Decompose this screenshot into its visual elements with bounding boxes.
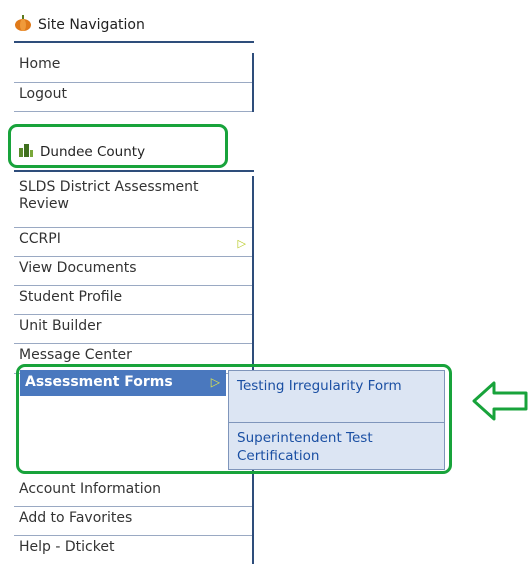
menu-item-label: Message Center: [19, 347, 132, 363]
menu-item-label: Student Profile: [19, 289, 123, 305]
district-divider: [14, 170, 254, 172]
site-navigation-header: Site Navigation: [14, 14, 145, 36]
menu-item-add-to-favorites[interactable]: Add to Favorites: [14, 507, 252, 536]
menu-item-label: Logout: [19, 86, 67, 102]
menu-item-student-profile[interactable]: Student Profile: [14, 286, 252, 315]
menu-item-label: SLDS District Assessment Review: [19, 179, 199, 212]
highlight-district-box: [8, 124, 228, 168]
menu-item-label: Home: [19, 56, 61, 72]
menu-item-view-documents[interactable]: View Documents: [14, 257, 252, 286]
pumpkin-icon: [14, 14, 32, 36]
menu-item-help-dticket[interactable]: Help - Dticket: [14, 536, 252, 564]
menu-item-label: View Documents: [19, 260, 137, 276]
nav-divider: [14, 41, 254, 43]
submenu-arrow-icon: ▷: [237, 237, 246, 250]
menu-item-label: Unit Builder: [19, 318, 102, 334]
menu-item-account-information[interactable]: Account Information: [14, 478, 252, 507]
menu-item-home[interactable]: Home: [14, 53, 252, 83]
highlight-submenu-box: [16, 364, 452, 474]
left-arrow-icon: [472, 380, 528, 426]
menu-item-label: Add to Favorites: [19, 510, 133, 526]
menu-item-label: Account Information: [19, 481, 162, 497]
menu-item-ccrpi[interactable]: CCRPI ▷: [14, 228, 252, 257]
menu-item-logout[interactable]: Logout: [14, 83, 252, 112]
menu-item-slds-review[interactable]: SLDS District Assessment Review: [14, 176, 252, 228]
site-navigation-title: Site Navigation: [38, 17, 145, 33]
menu-item-unit-builder[interactable]: Unit Builder: [14, 315, 252, 344]
menu-item-label: Help - Dticket: [19, 539, 115, 555]
menu-item-label: CCRPI: [19, 231, 61, 247]
site-navigation-menu: Home Logout: [14, 53, 254, 112]
